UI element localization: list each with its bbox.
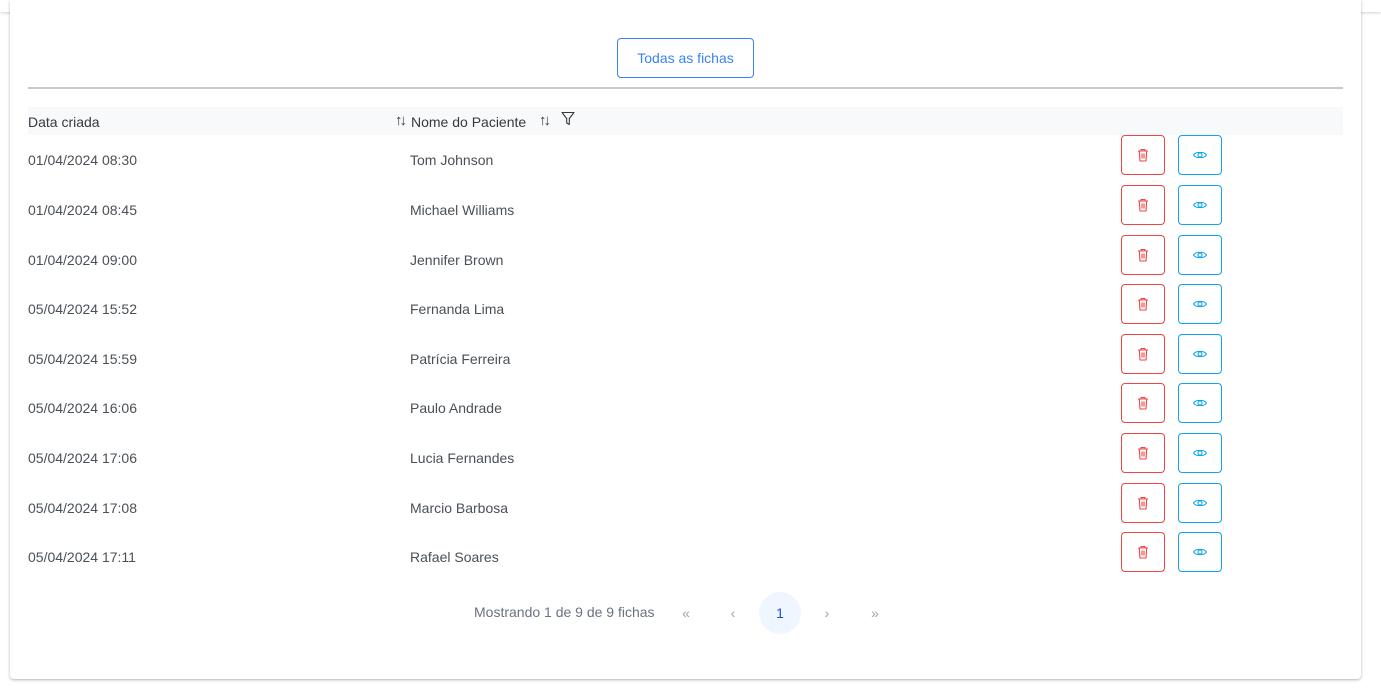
view-button[interactable] bbox=[1178, 532, 1222, 572]
view-button[interactable] bbox=[1178, 135, 1222, 175]
trash-icon bbox=[1138, 199, 1148, 212]
last-page-button[interactable]: » bbox=[854, 592, 896, 634]
delete-button[interactable] bbox=[1121, 383, 1165, 423]
table-row: 05/04/2024 16:06 Paulo Andrade bbox=[28, 383, 1343, 433]
trash-icon bbox=[1138, 397, 1148, 410]
table-row: 05/04/2024 15:59 Patrícia Ferreira bbox=[28, 334, 1343, 384]
view-button[interactable] bbox=[1178, 334, 1222, 374]
eye-icon bbox=[1192, 499, 1208, 507]
delete-button[interactable] bbox=[1121, 235, 1165, 275]
filter-icon[interactable] bbox=[561, 111, 575, 127]
next-page-button[interactable]: › bbox=[806, 592, 848, 634]
trash-icon bbox=[1138, 298, 1148, 311]
column-header-date[interactable]: Data criada bbox=[28, 114, 100, 130]
row-date: 05/04/2024 15:52 bbox=[28, 301, 137, 317]
row-date: 05/04/2024 16:06 bbox=[28, 400, 137, 416]
trash-icon bbox=[1138, 249, 1148, 262]
table-row: 05/04/2024 17:06 Lucia Fernandes bbox=[28, 433, 1343, 483]
row-date: 05/04/2024 17:08 bbox=[28, 500, 137, 516]
eye-icon bbox=[1192, 449, 1208, 457]
pagination: Mostrando 1 de 9 de 9 fichas « ‹ 1 › » bbox=[0, 592, 1381, 634]
eye-icon bbox=[1192, 201, 1208, 209]
eye-icon bbox=[1192, 151, 1208, 159]
trash-icon bbox=[1138, 546, 1148, 559]
sort-patient-icon[interactable]: ↑↓ bbox=[539, 112, 551, 129]
trash-icon bbox=[1138, 348, 1148, 361]
records-card: Todas as fichas Data criada ↑↓ Nome do P… bbox=[10, 0, 1361, 679]
view-button[interactable] bbox=[1178, 235, 1222, 275]
table-row: 01/04/2024 09:00 Jennifer Brown bbox=[28, 235, 1343, 285]
delete-button[interactable] bbox=[1121, 334, 1165, 374]
delete-button[interactable] bbox=[1121, 483, 1165, 523]
first-page-button[interactable]: « bbox=[665, 592, 707, 634]
row-patient-name: Rafael Soares bbox=[410, 549, 499, 565]
pagination-summary: Mostrando 1 de 9 de 9 fichas bbox=[474, 604, 655, 620]
eye-icon bbox=[1192, 548, 1208, 556]
column-header-patient[interactable]: Nome do Paciente bbox=[411, 114, 526, 130]
prev-page-button[interactable]: ‹ bbox=[712, 592, 754, 634]
delete-button[interactable] bbox=[1121, 135, 1165, 175]
row-patient-name: Michael Williams bbox=[410, 202, 515, 218]
row-patient-name: Paulo Andrade bbox=[410, 400, 502, 416]
eye-icon bbox=[1192, 399, 1208, 407]
row-date: 01/04/2024 08:30 bbox=[28, 152, 137, 168]
header-divider bbox=[28, 87, 1343, 89]
sort-date-icon[interactable]: ↑↓ bbox=[395, 112, 407, 129]
row-patient-name: Fernanda Lima bbox=[410, 301, 505, 317]
all-records-button[interactable]: Todas as fichas bbox=[617, 38, 754, 78]
eye-icon bbox=[1192, 300, 1208, 308]
delete-button[interactable] bbox=[1121, 185, 1165, 225]
trash-icon bbox=[1138, 497, 1148, 510]
view-button[interactable] bbox=[1178, 185, 1222, 225]
table-header: Data criada ↑↓ Nome do Paciente ↑↓ bbox=[28, 107, 1343, 135]
row-date: 01/04/2024 09:00 bbox=[28, 252, 137, 268]
table-row: 05/04/2024 15:52 Fernanda Lima bbox=[28, 284, 1343, 334]
row-patient-name: Patrícia Ferreira bbox=[410, 351, 511, 367]
eye-icon bbox=[1192, 251, 1208, 259]
delete-button[interactable] bbox=[1121, 284, 1165, 324]
delete-button[interactable] bbox=[1121, 433, 1165, 473]
table-row: 01/04/2024 08:30 Tom Johnson bbox=[28, 135, 1343, 185]
view-button[interactable] bbox=[1178, 483, 1222, 523]
table-row: 05/04/2024 17:11 Rafael Soares bbox=[28, 532, 1343, 582]
eye-icon bbox=[1192, 350, 1208, 358]
trash-icon bbox=[1138, 149, 1148, 162]
trash-icon bbox=[1138, 447, 1148, 460]
row-date: 05/04/2024 17:11 bbox=[28, 549, 136, 565]
table-row: 05/04/2024 17:08 Marcio Barbosa bbox=[28, 483, 1343, 533]
row-date: 01/04/2024 08:45 bbox=[28, 202, 137, 218]
row-date: 05/04/2024 17:06 bbox=[28, 450, 137, 466]
row-patient-name: Lucia Fernandes bbox=[410, 450, 515, 466]
row-patient-name: Marcio Barbosa bbox=[410, 500, 509, 516]
view-button[interactable] bbox=[1178, 383, 1222, 423]
row-patient-name: Tom Johnson bbox=[410, 152, 494, 168]
table-row: 01/04/2024 08:45 Michael Williams bbox=[28, 185, 1343, 235]
row-patient-name: Jennifer Brown bbox=[410, 252, 504, 268]
view-button[interactable] bbox=[1178, 433, 1222, 473]
row-date: 05/04/2024 15:59 bbox=[28, 351, 137, 367]
view-button[interactable] bbox=[1178, 284, 1222, 324]
page-1-button[interactable]: 1 bbox=[759, 592, 801, 634]
delete-button[interactable] bbox=[1121, 532, 1165, 572]
